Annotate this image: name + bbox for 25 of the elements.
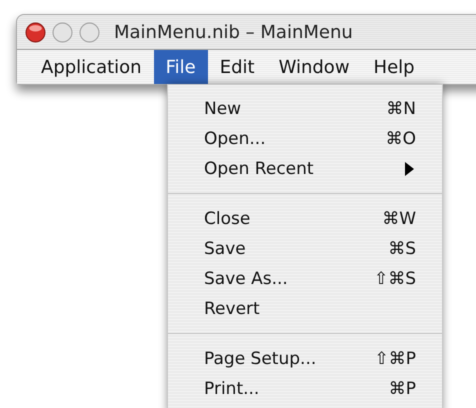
menu-item[interactable]: Open... (204, 129, 266, 149)
menu-item[interactable]: Save (204, 239, 246, 259)
menu-title[interactable]: Edit (208, 50, 267, 84)
minimize-icon[interactable] (52, 22, 73, 42)
shortcut: ⇧⌘P (374, 349, 416, 369)
menu-item[interactable]: Print... (204, 379, 260, 399)
menu-title[interactable]: File (154, 50, 208, 84)
close-icon[interactable] (25, 22, 46, 42)
shortcut: ⌘N (386, 99, 416, 119)
menu-item[interactable]: Save As... (204, 269, 288, 289)
menu-item[interactable]: Close (204, 209, 250, 229)
menu-item[interactable]: Revert (204, 299, 260, 319)
shortcut: ⌘P (388, 379, 416, 399)
menu-item[interactable]: Open Recent (204, 159, 314, 179)
menu-title[interactable]: Window (266, 50, 362, 84)
menu-title[interactable]: Application (29, 50, 154, 84)
menu-title[interactable]: Help (362, 50, 427, 84)
shortcut: ⌘W (382, 209, 416, 229)
shortcut: ⇧⌘S (374, 269, 416, 289)
window-title: MainMenu.nib – MainMenu (114, 22, 353, 42)
shortcut: ⌘S (388, 239, 416, 259)
shortcut: ⌘O (386, 129, 416, 149)
menu-item[interactable]: New (204, 99, 242, 119)
menu-item[interactable]: Page Setup... (204, 349, 316, 369)
zoom-icon[interactable] (79, 22, 100, 42)
